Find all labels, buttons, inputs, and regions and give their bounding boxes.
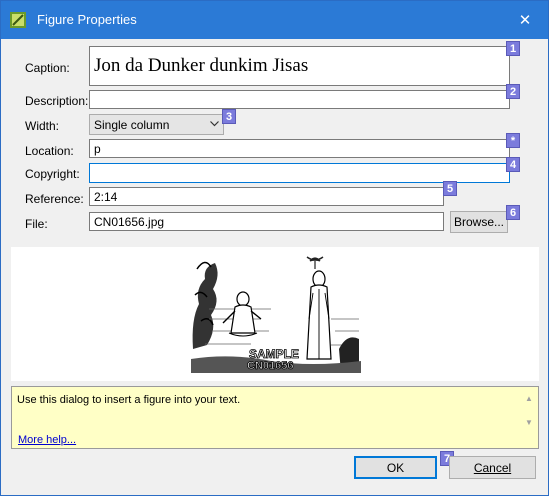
reference-value: 2:14 <box>94 190 118 204</box>
help-panel: Use this dialog to insert a figure into … <box>11 386 539 449</box>
close-button[interactable]: ✕ <box>502 1 548 39</box>
close-icon: ✕ <box>518 12 532 29</box>
reference-badge: 5 <box>443 181 457 196</box>
caption-label: Caption: <box>25 61 70 75</box>
help-text: Use this dialog to insert a figure into … <box>17 394 241 406</box>
reference-label: Reference: <box>25 192 84 206</box>
reference-field[interactable]: 2:14 <box>89 187 444 206</box>
ok-button[interactable]: OK <box>354 456 437 479</box>
browse-button[interactable]: Browse... <box>450 211 508 233</box>
location-label: Location: <box>25 144 74 158</box>
ok-label: OK <box>386 460 405 475</box>
file-badge: 6 <box>506 205 520 220</box>
cancel-button[interactable]: Cancel <box>449 456 536 479</box>
window-title: Figure Properties <box>37 12 137 27</box>
caption-field[interactable]: Jon da Dunker dunkim Jisas <box>89 46 510 86</box>
width-label: Width: <box>25 119 60 133</box>
cancel-label: Cancel <box>473 460 512 475</box>
scroll-down-icon[interactable]: ▼ <box>525 418 533 427</box>
description-badge: 2 <box>506 84 520 99</box>
file-value: CN01656.jpg <box>94 215 165 229</box>
help-scrollbar[interactable]: ▲ ▼ <box>522 388 537 447</box>
figure-preview: SAMPLE CN01656 <box>11 247 539 381</box>
location-badge: * <box>506 133 520 148</box>
caption-badge: 1 <box>506 41 520 56</box>
copyright-field[interactable] <box>89 163 510 183</box>
copyright-badge: 4 <box>506 157 520 172</box>
location-value: p <box>94 142 101 156</box>
width-badge: 3 <box>222 109 236 124</box>
scroll-up-icon[interactable]: ▲ <box>525 394 533 403</box>
figure-properties-dialog: Figure Properties ✕ Caption: Jon da Dunk… <box>0 0 549 496</box>
file-label: File: <box>25 217 48 231</box>
width-dropdown[interactable]: Single column <box>89 114 224 135</box>
location-field[interactable]: p <box>89 139 510 158</box>
file-field[interactable]: CN01656.jpg <box>89 212 444 231</box>
more-help-link[interactable]: More help... <box>18 434 76 446</box>
app-icon <box>10 12 26 28</box>
caption-value: Jon da Dunker dunkim Jisas <box>94 55 309 76</box>
chevron-down-icon <box>210 121 219 127</box>
sample-code-watermark: CN01656 <box>247 360 294 373</box>
browse-label: Browse... <box>453 215 504 229</box>
sample-watermark: SAMPLE <box>249 347 300 362</box>
width-value: Single column <box>94 118 170 132</box>
description-label: Description: <box>25 94 89 108</box>
description-field[interactable] <box>89 90 510 109</box>
copyright-label: Copyright: <box>25 167 80 181</box>
title-bar[interactable]: Figure Properties ✕ <box>1 1 548 39</box>
